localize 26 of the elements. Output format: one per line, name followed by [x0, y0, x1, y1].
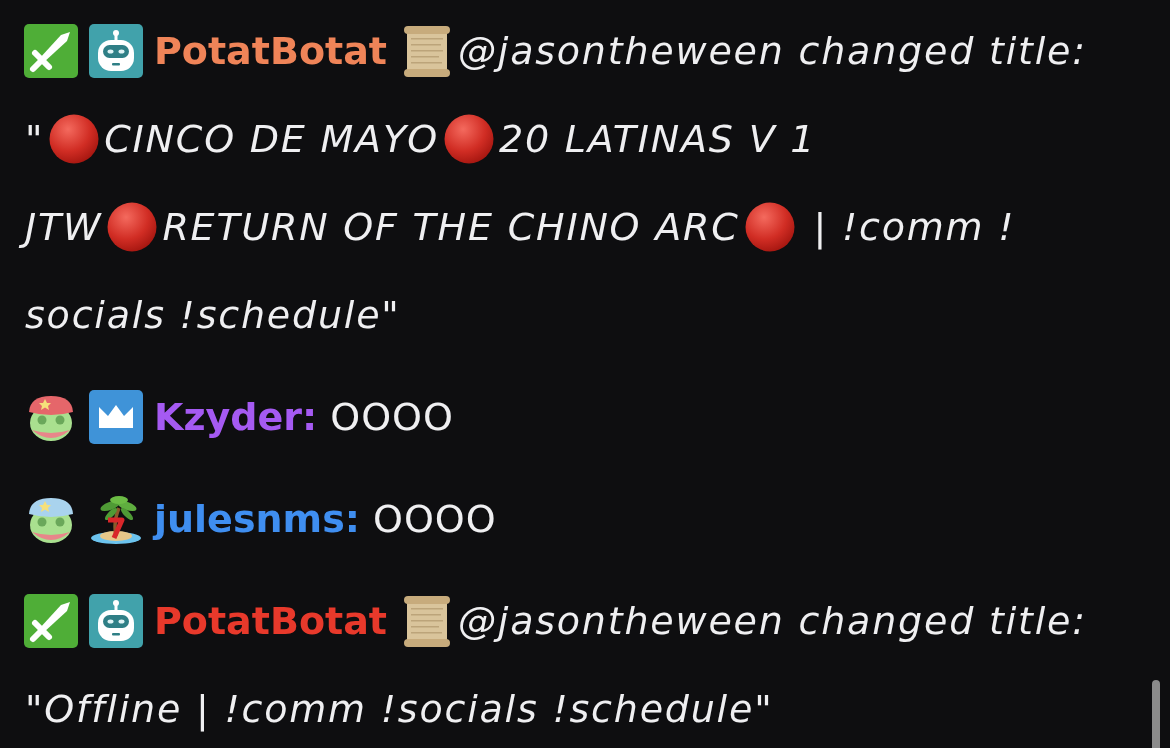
crown-icon — [89, 390, 143, 444]
message-text: CINCO DE MAYO — [103, 117, 440, 161]
message-text: "Offline | !comm !socials !schedule" — [24, 687, 775, 731]
message-text: @jasontheween changed title: — [458, 29, 1088, 73]
message-text: | !comm ! — [812, 205, 1017, 249]
circle-emoji-icon — [107, 202, 158, 252]
username[interactable]: PotatBotat — [154, 29, 387, 73]
scrollbar-thumb[interactable] — [1152, 680, 1160, 748]
circle-emoji-icon — [744, 202, 795, 252]
message-text: RETURN OF THE CHINO ARC — [161, 205, 741, 249]
circle-emoji-icon — [443, 114, 494, 164]
message-text: JTW — [21, 205, 107, 249]
message-text: OOOO — [330, 395, 454, 439]
message-text: OOOO — [372, 497, 497, 541]
username[interactable]: Kzyder: — [154, 395, 318, 439]
message-text: " — [24, 117, 46, 161]
username[interactable]: julesnms: — [154, 497, 360, 541]
robot-icon — [89, 594, 143, 648]
message-text: 20 LATINAS V 1 — [497, 117, 818, 161]
username[interactable]: PotatBotat — [154, 599, 387, 643]
robot-icon — [89, 24, 143, 78]
message-text: socials !schedule" — [24, 293, 402, 337]
sword-icon — [24, 24, 78, 78]
message-text: @jasontheween changed title: — [458, 599, 1088, 643]
sword-icon — [24, 594, 78, 648]
circle-emoji-icon — [49, 114, 100, 164]
